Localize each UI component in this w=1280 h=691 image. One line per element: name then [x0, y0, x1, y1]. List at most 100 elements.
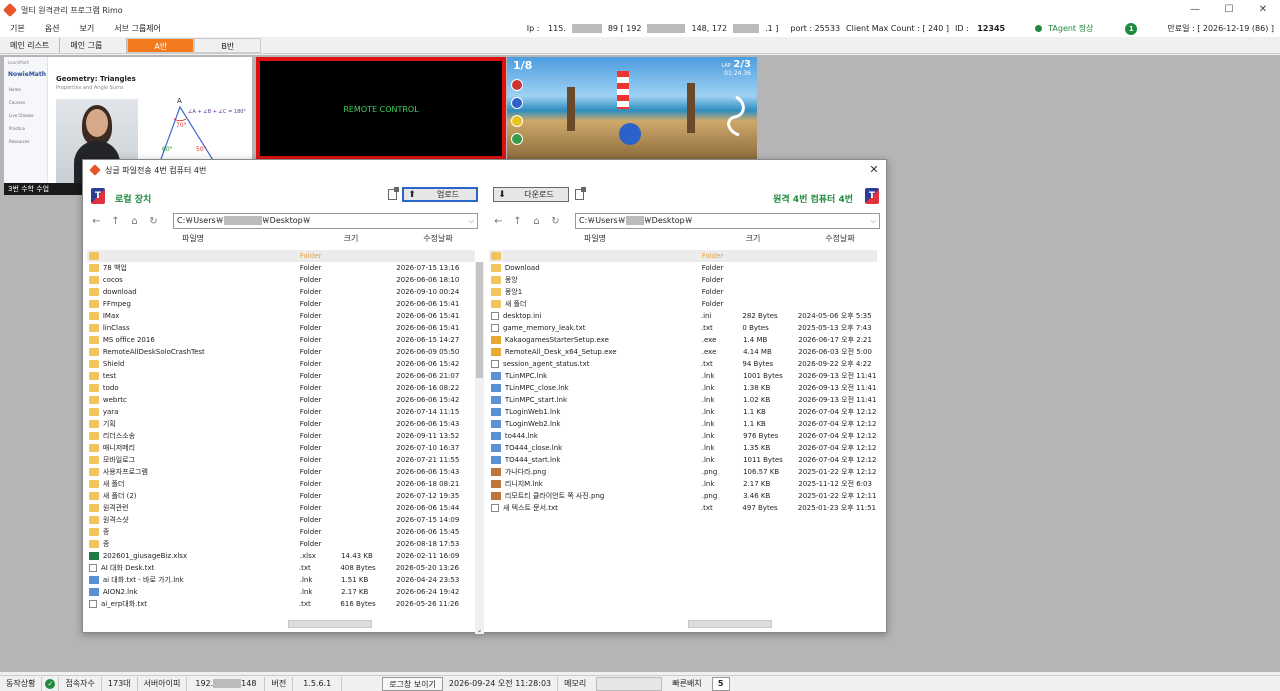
home-icon[interactable]: ⌂	[527, 216, 546, 227]
file-row[interactable]: 몽앙 Folder	[489, 274, 877, 286]
remote-file-list[interactable]: Folder Download Folder 몽앙 Folder 몽앙1 Folder 새 폴…	[489, 250, 877, 612]
client-thumbnail-racing-game[interactable]: 1/8 LAP 2/3 01:24.36	[507, 57, 757, 160]
file-row[interactable]: test Folder 2026-06-06 21:07	[87, 370, 475, 382]
back-arrow-icon[interactable]: ←	[489, 216, 508, 227]
file-row[interactable]: 78 백업 Folder 2026-07-15 13:16	[87, 262, 475, 274]
local-path-combobox[interactable]: C:￦Users￦ ￦Desktop￦ ⌵	[173, 213, 478, 229]
file-row[interactable]: TO444_close.lnk .lnk 1.35 KB 2026-07-04 오후 …	[489, 442, 877, 454]
file-row[interactable]: AI 대화 Desk.txt .txt 408 Bytes 2026-05-20 13…	[87, 562, 475, 574]
file-row[interactable]: TLinMPC_close.lnk .lnk 1.38 KB 2026-09-13 오…	[489, 382, 877, 394]
menu-options[interactable]: 옵션	[35, 23, 70, 34]
file-row[interactable]: TLoginWeb1.lnk .lnk 1.1 KB 2026-07-04 오후 12…	[489, 406, 877, 418]
scroll-down-arrow-icon[interactable]: ⌄	[475, 626, 484, 634]
file-row[interactable]: todo Folder 2026-06-16 08:22	[87, 382, 475, 394]
file-row[interactable]: 리더스소송 Folder 2026-09-11 13:52	[87, 430, 475, 442]
file-row[interactable]: 새 폴더 Folder 2026-06-18 08:21	[87, 478, 475, 490]
local-vertical-scrollbar[interactable]: ⌄	[475, 262, 484, 634]
minimize-button[interactable]: —	[1178, 0, 1212, 20]
tab-main-group[interactable]: 메인 그룹	[60, 37, 128, 53]
refresh-icon[interactable]: ↻	[546, 216, 565, 227]
local-horizontal-scrollbar[interactable]	[288, 620, 372, 628]
col-filename[interactable]: 파일명	[87, 233, 299, 247]
col-size[interactable]: 크기	[701, 233, 805, 247]
file-row[interactable]: game_memory_leak.txt .txt 0 Bytes 2025-05-1…	[489, 322, 877, 334]
menu-sub-group-control[interactable]: 서브 그룹제어	[104, 23, 171, 34]
download-button[interactable]: ⬇ 다운로드	[493, 187, 569, 202]
file-row[interactable]: 종 Folder 2026-06-06 15:45	[87, 526, 475, 538]
file-row[interactable]: webrtc Folder 2026-06-06 15:42	[87, 394, 475, 406]
scroll-thumb[interactable]	[476, 262, 483, 378]
file-row[interactable]: Download Folder	[489, 262, 877, 274]
file-row[interactable]: 사용자프로그램 Folder 2026-06-06 15:43	[87, 466, 475, 478]
file-row[interactable]: IMax Folder 2026-06-06 15:41	[87, 310, 475, 322]
file-row[interactable]: 가나다라.png .png 106.57 KB 2025-01-22 오후 12:12	[489, 466, 877, 478]
file-row[interactable]: cocos Folder 2026-06-06 18:10	[87, 274, 475, 286]
file-row[interactable]: ai_erp대화.txt .txt 616 Bytes 2026-05-26 11:2…	[87, 598, 475, 610]
file-row[interactable]: MS office 2016 Folder 2026-06-15 14:27	[87, 334, 475, 346]
close-button[interactable]: ✕	[1246, 0, 1280, 20]
file-row[interactable]: yara Folder 2026-07-14 11:15	[87, 406, 475, 418]
file-row[interactable]: 몽앙1 Folder	[489, 286, 877, 298]
quick-batch-stepper[interactable]: 5	[711, 676, 730, 691]
menu-basic[interactable]: 기본	[0, 23, 35, 34]
remote-horizontal-scrollbar[interactable]	[688, 620, 772, 628]
file-row[interactable]: TO444_start.lnk .lnk 1011 Bytes 2026-07-04 …	[489, 454, 877, 466]
col-size[interactable]: 크기	[299, 233, 403, 247]
tab-main-list[interactable]: 메인 리스트	[0, 37, 61, 53]
file-size: 14.43 KB	[341, 552, 373, 560]
file-row[interactable]: to444.lnk .lnk 976 Bytes 2026-07-04 오후 12:1…	[489, 430, 877, 442]
file-row[interactable]: TLinMPC.lnk .lnk 1001 Bytes 2026-09-13 오전 1…	[489, 370, 877, 382]
home-icon[interactable]: ⌂	[125, 216, 144, 227]
col-modified[interactable]: 수정날짜	[805, 233, 875, 247]
new-file-icon[interactable]	[575, 187, 586, 200]
new-file-icon[interactable]	[388, 187, 399, 200]
back-arrow-icon[interactable]: ←	[87, 216, 106, 227]
tab-group-b[interactable]: B반	[194, 37, 262, 53]
file-row[interactable]: 종 Folder 2026-08-18 17:53	[87, 538, 475, 550]
client-thumbnail-remote-control[interactable]: REMOTE CONTROL	[256, 57, 506, 160]
file-row[interactable]: RemoteAll_Desk_x64_Setup.exe .exe 4.14 MB 2…	[489, 346, 877, 358]
chevron-down-icon[interactable]: ⌵	[871, 214, 876, 228]
upload-button[interactable]: ⬆ 업로드	[402, 187, 478, 202]
file-row[interactable]: linClass Folder 2026-06-06 15:41	[87, 322, 475, 334]
file-row[interactable]: 기획 Folder 2026-06-06 15:43	[87, 418, 475, 430]
file-row[interactable]: FFmpeg Folder 2026-06-06 15:41	[87, 298, 475, 310]
file-row[interactable]: 새 폴더 (2) Folder 2026-07-12 19:35	[87, 490, 475, 502]
file-row[interactable]: 새 폴더 Folder	[489, 298, 877, 310]
file-row[interactable]: RemoteAllDeskSoloCrashTest Folder 2026-06-…	[87, 346, 475, 358]
file-row[interactable]: download Folder 2026-09-10 00:24	[87, 286, 475, 298]
menu-view[interactable]: 보기	[69, 23, 104, 34]
up-arrow-icon[interactable]: ↑	[106, 216, 125, 227]
file-row[interactable]: session_agent_status.txt .txt 94 Bytes 2026…	[489, 358, 877, 370]
up-arrow-icon[interactable]: ↑	[508, 216, 527, 227]
maximize-button[interactable]: ☐	[1212, 0, 1246, 20]
col-filename[interactable]: 파일명	[489, 233, 701, 247]
local-file-list[interactable]: Folder 78 백업 Folder 2026-07-15 13:16 cocos Fo…	[87, 250, 475, 612]
file-row[interactable]: Folder	[87, 250, 475, 262]
file-row[interactable]: Shield Folder 2026-06-06 15:42	[87, 358, 475, 370]
dialog-close-button[interactable]: ✕	[866, 162, 882, 178]
remote-path-combobox[interactable]: C:￦Users￦ ￦Desktop￦ ⌵	[575, 213, 880, 229]
file-row[interactable]: 원격스샷 Folder 2026-07-15 14:09	[87, 514, 475, 526]
file-date: 2026-06-17 오후 2:21	[798, 336, 872, 344]
show-log-button[interactable]: 로그창 보이기	[382, 676, 443, 691]
file-row[interactable]: ai 대화.txt - 바로 가기.lnk .lnk 1.51 KB 2026-04-…	[87, 574, 475, 586]
file-row[interactable]: 새 텍스트 문서.txt .txt 497 Bytes 2025-01-23 오후 1…	[489, 502, 877, 514]
col-modified[interactable]: 수정날짜	[403, 233, 473, 247]
tab-group-a[interactable]: A반	[127, 37, 195, 53]
file-row[interactable]: 202601_giusageBiz.xlsx .xlsx 14.43 KB 2026-…	[87, 550, 475, 562]
file-row[interactable]: AION2.lnk .lnk 2.17 KB 2026-06-24 19:42	[87, 586, 475, 598]
file-row[interactable]: 원격관련 Folder 2026-06-06 15:44	[87, 502, 475, 514]
file-row[interactable]: 모바일로그 Folder 2026-07-21 11:55	[87, 454, 475, 466]
file-row[interactable]: TLinMPC_start.lnk .lnk 1.02 KB 2026-09-13 오…	[489, 394, 877, 406]
file-row[interactable]: 리모트티 클라이언트 쪽 사진.png .png 3.46 KB 2025-01-22…	[489, 490, 877, 502]
file-row[interactable]: 리니지M.lnk .lnk 2.17 KB 2025-11-12 오전 6:03	[489, 478, 877, 490]
file-row[interactable]: TLoginWeb2.lnk .lnk 1.1 KB 2026-07-04 오후 12…	[489, 418, 877, 430]
file-row[interactable]: desktop.ini .ini 282 Bytes 2024-05-06 오후 5:…	[489, 310, 877, 322]
file-date: 2026-06-06 21:07	[396, 372, 460, 380]
chevron-down-icon[interactable]: ⌵	[469, 214, 474, 228]
file-row[interactable]: 매니저메리 Folder 2026-07-10 16:37	[87, 442, 475, 454]
refresh-icon[interactable]: ↻	[144, 216, 163, 227]
file-row[interactable]: KakaogamesStarterSetup.exe .exe 1.4 MB 2026…	[489, 334, 877, 346]
file-row[interactable]: Folder	[489, 250, 877, 262]
